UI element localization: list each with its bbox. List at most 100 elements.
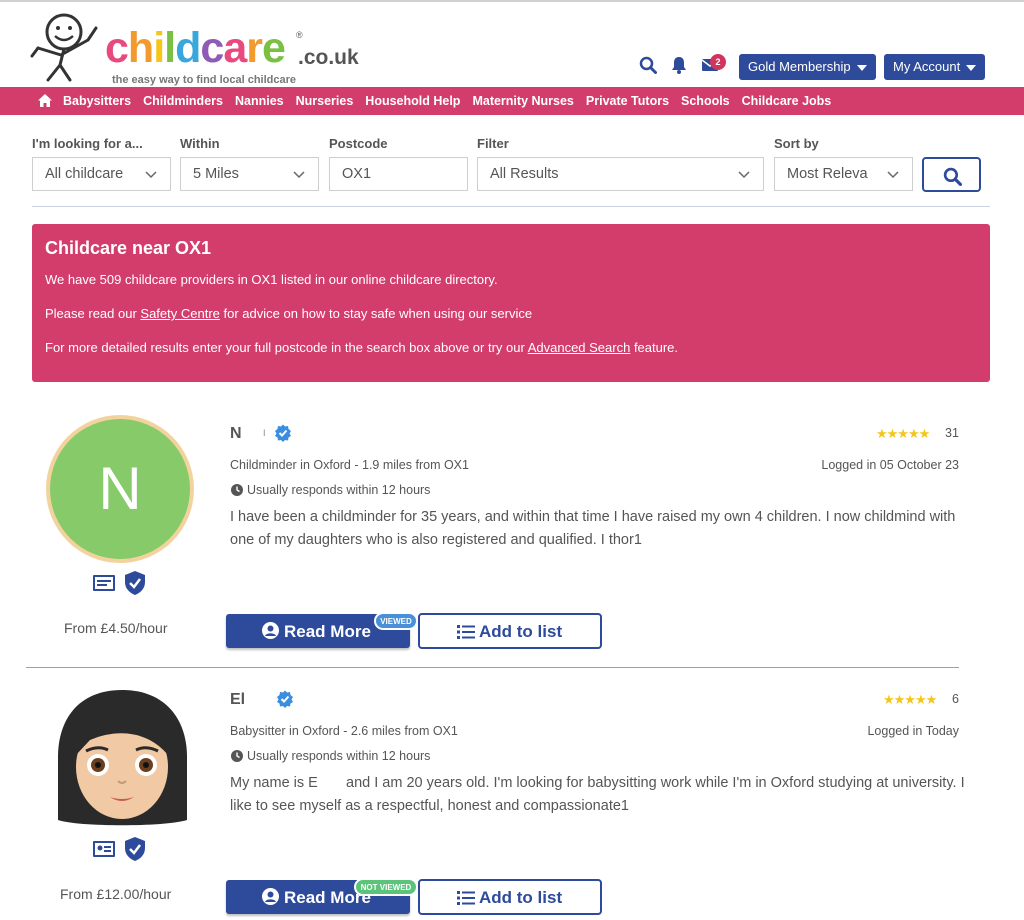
clock-icon [231,750,243,762]
add-to-list-label: Add to list [479,622,563,641]
filter-label: Filter [477,136,509,151]
avatar-emoji-girl[interactable] [50,685,195,830]
postcode-input[interactable]: OX1 [329,157,468,191]
avatar[interactable]: N [46,415,194,563]
nav-item-nurseries[interactable]: Nurseries [296,87,354,115]
price-text: From £4.50/hour [64,620,168,636]
shield-check-icon [125,837,145,861]
sort-select[interactable]: Most Releva [774,157,913,191]
logo-wordmark: childcare [105,24,286,72]
looking-for-label: I'm looking for a... [32,136,143,151]
caret-down-icon [857,65,867,71]
nav-item-childminders[interactable]: Childminders [143,87,223,115]
sort-label: Sort by [774,136,819,151]
search-icon[interactable] [639,56,659,76]
response-time-text: Usually responds within 12 hours [247,483,431,497]
list-icon [457,625,475,639]
chevron-down-icon [145,171,157,179]
listing-name[interactable]: El [230,691,245,709]
logo-tld: .co.uk [298,46,359,69]
shield-check-icon [125,571,145,595]
postcode-label: Postcode [329,136,388,151]
notification-bell-icon[interactable] [671,56,691,76]
add-to-list-button[interactable]: Add to list [418,613,602,649]
filter-select[interactable]: All Results [477,157,764,191]
review-count[interactable]: 31 [945,426,959,440]
chevron-down-icon [887,171,899,179]
user-circle-icon [262,622,279,639]
filter-value: All Results [490,166,559,182]
nav-item-childcare-jobs[interactable]: Childcare Jobs [742,87,832,115]
read-more-label: Read More [284,622,371,641]
add-to-list-button[interactable]: Add to list [418,879,602,915]
safety-text: Please read our Safety Centre for advice… [45,306,532,321]
gold-membership-dropdown[interactable]: Gold Membership [739,54,876,80]
listing-type-location: Babysitter in Oxford - 2.6 miles from OX… [230,724,458,738]
advanced-text-pre: For more detailed results enter your ful… [45,340,528,355]
id-card-icon [93,841,115,857]
sort-value: Most Releva [787,166,868,182]
viewed-tag: VIEWED [374,612,418,630]
listing-name-suffix: I [263,428,266,438]
looking-for-value: All childcare [45,166,124,182]
postcode-value: OX1 [342,166,372,182]
listing-type-location: Childminder in Oxford - 1.9 miles from O… [230,458,469,472]
advanced-search-link[interactable]: Advanced Search [528,340,631,355]
caret-down-icon [966,65,976,71]
verified-check-icon [275,424,291,442]
chevron-down-icon [293,171,305,179]
listing-divider [26,667,959,668]
stick-figure-logo-icon [30,13,98,82]
not-viewed-tag: NOT VIEWED [354,878,418,896]
gold-membership-label: Gold Membership [748,59,851,74]
nav-item-babysitters[interactable]: Babysitters [63,87,131,115]
site-logo[interactable]: childcare ® .co.uk the easy way to find … [30,10,360,86]
nav-item-maternity-nurses[interactable]: Maternity Nurses [472,87,573,115]
nav-item-household-help[interactable]: Household Help [365,87,460,115]
advanced-search-text: For more detailed results enter your ful… [45,340,678,355]
results-count-text: We have 509 childcare providers in OX1 l… [45,272,498,287]
message-count-badge: 2 [710,54,726,70]
price-text: From £12.00/hour [60,886,172,902]
within-select[interactable]: 5 Miles [180,157,319,191]
verified-check-icon [277,690,293,708]
nav-item-nannies[interactable]: Nannies [235,87,284,115]
main-nav: Babysitters Childminders Nannies Nurseri… [0,87,1024,115]
results-info-box: Childcare near OX1 We have 509 childcare… [32,224,990,382]
safety-text-pre: Please read our [45,306,141,321]
logged-in-text: Logged in 05 October 23 [821,458,959,472]
my-account-label: My Account [893,59,961,74]
response-time-text: Usually responds within 12 hours [247,749,431,763]
id-card-icon [93,575,115,591]
results-title: Childcare near OX1 [45,238,212,258]
nav-item-schools[interactable]: Schools [681,87,730,115]
search-submit-button[interactable] [922,157,981,192]
logo-tagline: the easy way to find local childcare [112,74,297,86]
logo-registered-mark: ® [296,30,303,40]
avatar-letter: N [50,419,190,559]
listing-description: My name is E and I am 20 years old. I'm … [230,775,969,814]
rating-stars: ★★★★★ [876,426,930,441]
advanced-text-post: feature. [630,340,679,355]
review-count[interactable]: 6 [952,692,959,706]
add-to-list-label: Add to list [479,888,563,907]
user-circle-icon [262,888,279,905]
search-divider [32,206,990,207]
clock-icon [231,484,243,496]
looking-for-select[interactable]: All childcare [32,157,171,191]
listing-name[interactable]: N [230,425,242,443]
within-label: Within [180,136,220,151]
my-account-dropdown[interactable]: My Account [884,54,985,80]
safety-text-post: for advice on how to stay safe when usin… [219,306,533,321]
chevron-down-icon [738,171,750,179]
site-header: childcare ® .co.uk the easy way to find … [0,2,1024,87]
safety-centre-link[interactable]: Safety Centre [140,306,220,321]
rating-stars: ★★★★★ [883,692,937,707]
search-icon [943,167,962,186]
within-value: 5 Miles [193,166,239,182]
logged-in-text: Logged in Today [867,724,959,738]
listing-description: I have been a childminder for 35 years, … [230,509,956,548]
home-icon[interactable] [37,93,53,108]
nav-item-private-tutors[interactable]: Private Tutors [586,87,669,115]
nav-items: Babysitters Childminders Nannies Nurseri… [63,87,843,115]
